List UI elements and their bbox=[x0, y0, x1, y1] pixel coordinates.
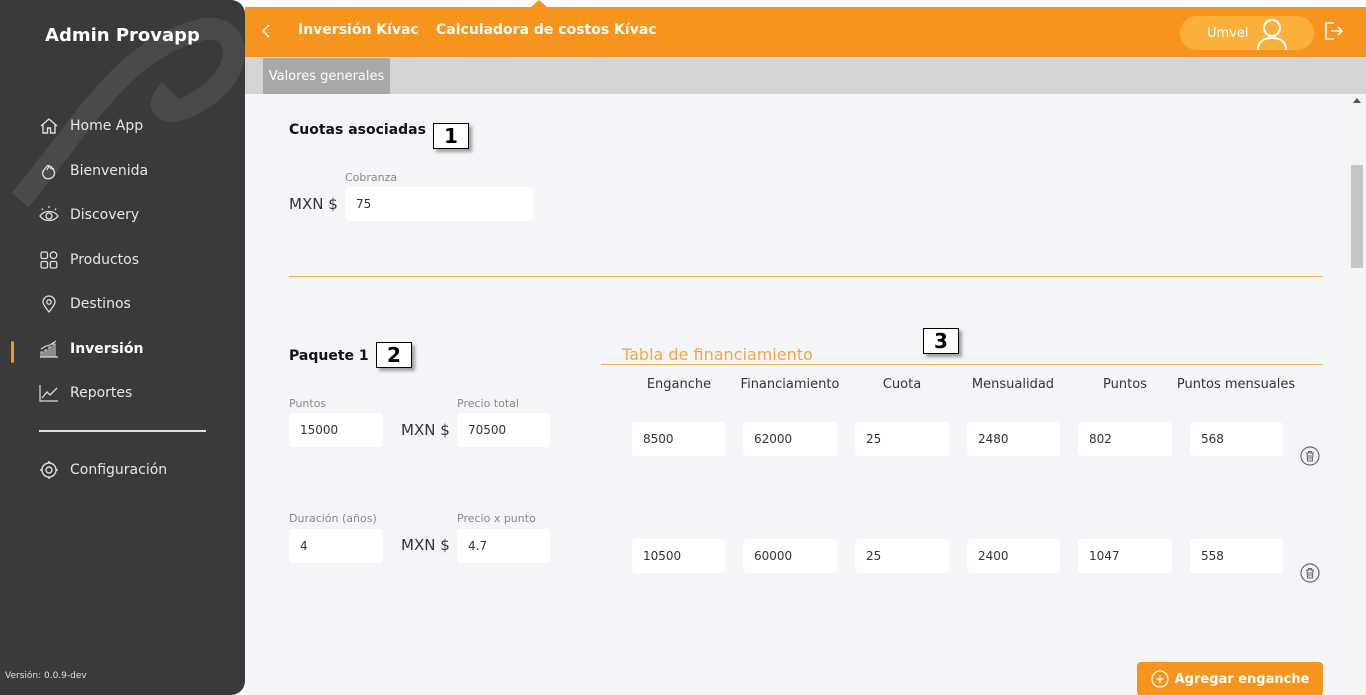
table-title-underline bbox=[601, 364, 1323, 365]
gear-icon bbox=[38, 459, 60, 481]
row2-puntos-mensuales-input[interactable] bbox=[1190, 539, 1283, 573]
header-bar: Inversión Kívac Calculadora de costos Kí… bbox=[245, 0, 1366, 57]
row1-puntos-input[interactable] bbox=[1078, 422, 1172, 456]
breadcrumb-inversion-kivac[interactable]: Inversión Kívac bbox=[298, 22, 419, 38]
precio-total-input[interactable] bbox=[457, 413, 550, 447]
top-strip bbox=[245, 0, 1366, 7]
marker-1: 1 bbox=[433, 123, 469, 149]
sidebar-item-label: Configuración bbox=[70, 462, 168, 478]
duracion-label: Duración (años) bbox=[289, 512, 377, 525]
user-menu[interactable]: Umvel bbox=[1180, 16, 1314, 51]
back-button[interactable] bbox=[257, 21, 275, 41]
header-notch bbox=[531, 0, 547, 7]
active-indicator bbox=[11, 341, 14, 363]
row1-financiamiento-input[interactable] bbox=[743, 422, 837, 456]
app-title: Admin Provapp bbox=[45, 25, 200, 46]
row2-puntos-input[interactable] bbox=[1078, 539, 1172, 573]
paquete-title: Paquete 1 bbox=[289, 348, 369, 364]
cobranza-currency: MXN $ bbox=[289, 195, 338, 213]
sidebar-item-label: Discovery bbox=[70, 207, 140, 223]
wave-hand-icon bbox=[38, 160, 60, 182]
financiamiento-title: Tabla de financiamiento bbox=[622, 345, 813, 364]
row1-enganche-input[interactable] bbox=[632, 422, 725, 456]
puntos-input[interactable] bbox=[289, 413, 383, 447]
col-head-mensualidad: Mensualidad bbox=[971, 377, 1055, 392]
sidebar-item-label: Productos bbox=[70, 252, 140, 268]
scroll-thumb[interactable] bbox=[1351, 165, 1363, 268]
col-head-enganche: Enganche bbox=[646, 377, 712, 392]
eye-icon bbox=[38, 204, 60, 226]
sidebar-item-inversion[interactable]: Inversión bbox=[38, 337, 143, 361]
sidebar-item-label: Inversión bbox=[70, 341, 144, 357]
version-label: Versión: 0.0.9-dev bbox=[5, 671, 87, 681]
sidebar-divider bbox=[39, 430, 206, 432]
add-enganche-button[interactable]: Agregar enganche bbox=[1137, 662, 1323, 695]
sidebar-item-destinos[interactable]: Destinos bbox=[38, 292, 131, 316]
puntos-label: Puntos bbox=[289, 397, 327, 410]
sidebar-item-label: Bienvenida bbox=[70, 163, 149, 179]
row2-enganche-input[interactable] bbox=[632, 539, 725, 573]
sidebar-item-label: Reportes bbox=[70, 385, 133, 401]
precio-total-label: Precio total bbox=[457, 397, 519, 410]
section-divider bbox=[289, 276, 1323, 277]
vertical-scrollbar[interactable] bbox=[1349, 94, 1366, 695]
col-head-cuota: Cuota bbox=[882, 377, 922, 392]
row2-financiamiento-input[interactable] bbox=[743, 539, 837, 573]
row1-trash-icon[interactable] bbox=[1300, 446, 1320, 466]
line-chart-icon bbox=[38, 382, 60, 404]
row2-trash-icon[interactable] bbox=[1300, 563, 1320, 583]
precio-punto-currency: MXN $ bbox=[401, 536, 450, 554]
precio-punto-input[interactable] bbox=[457, 529, 550, 563]
row2-cuota-input[interactable] bbox=[855, 539, 949, 573]
row2-mensualidad-input[interactable] bbox=[967, 539, 1060, 573]
chevron-left-icon bbox=[261, 24, 270, 38]
sidebar-item-home-app[interactable]: Home App bbox=[38, 114, 143, 138]
sidebar-item-label: Home App bbox=[70, 118, 144, 134]
sidebar-item-reportes[interactable]: Reportes bbox=[38, 381, 132, 405]
precio-total-currency: MXN $ bbox=[401, 421, 450, 439]
col-head-puntos-mensuales: Puntos mensuales bbox=[1176, 377, 1296, 392]
col-head-financiamiento: Financiamiento bbox=[740, 377, 840, 392]
tab-valores-generales[interactable]: Valores generales bbox=[263, 58, 390, 94]
breadcrumb-calculadora[interactable]: Calculadora de costos Kívac bbox=[436, 22, 657, 38]
sidebar-item-discovery[interactable]: Discovery bbox=[38, 203, 139, 227]
marker-2: 2 bbox=[376, 342, 412, 368]
sidebar: Admin Provapp Home App Bienvenida Discov… bbox=[0, 0, 245, 695]
cobranza-label: Cobranza bbox=[345, 171, 398, 184]
grid-icon bbox=[38, 249, 60, 271]
add-enganche-label: Agregar enganche bbox=[1174, 671, 1310, 687]
sidebar-item-configuracion[interactable]: Configuración bbox=[38, 458, 167, 482]
plus-circle-icon bbox=[1150, 670, 1169, 688]
sidebar-item-label: Destinos bbox=[70, 296, 131, 312]
row1-cuota-input[interactable] bbox=[855, 422, 949, 456]
duracion-input[interactable] bbox=[289, 529, 383, 563]
precio-punto-label: Precio x punto bbox=[457, 512, 536, 525]
cobranza-input[interactable] bbox=[345, 187, 533, 221]
tab-bar: Valores generales bbox=[245, 57, 1366, 94]
sidebar-item-bienvenida[interactable]: Bienvenida bbox=[38, 159, 148, 183]
row1-mensualidad-input[interactable] bbox=[967, 422, 1060, 456]
logout-icon[interactable] bbox=[1322, 20, 1344, 42]
home-icon bbox=[38, 115, 60, 137]
scroll-up-arrow-icon[interactable] bbox=[1353, 98, 1361, 103]
user-name: Umvel bbox=[1207, 26, 1249, 41]
main-content: Cuotas asociadas 1 Cobranza MXN $ Paquet… bbox=[245, 94, 1349, 695]
user-avatar-icon bbox=[1257, 19, 1287, 51]
marker-3: 3 bbox=[923, 328, 959, 354]
map-pin-icon bbox=[38, 293, 60, 315]
bar-chart-icon bbox=[38, 338, 60, 360]
col-head-puntos: Puntos bbox=[1103, 377, 1147, 392]
cuotas-title: Cuotas asociadas bbox=[289, 122, 426, 138]
row1-puntos-mensuales-input[interactable] bbox=[1190, 422, 1283, 456]
sidebar-item-productos[interactable]: Productos bbox=[38, 248, 139, 272]
